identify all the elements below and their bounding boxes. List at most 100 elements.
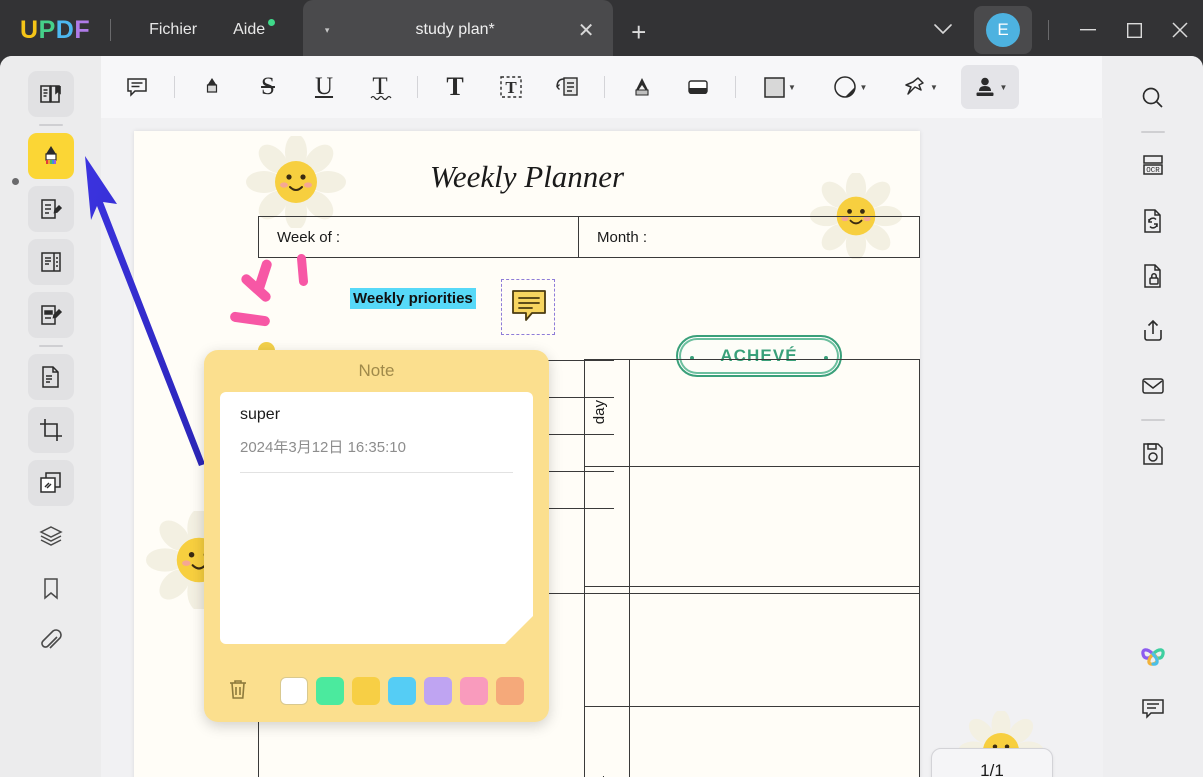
highlight-tool[interactable] [190,65,234,109]
logo-letter-f: F [74,15,91,44]
toolbar-divider-2 [417,76,418,98]
weekly-priorities-highlight[interactable]: Weekly priorities [350,288,476,309]
search-button[interactable] [1128,73,1178,123]
left-sidebar [0,56,101,777]
tab-dropdown-caret-icon[interactable]: ▾ [317,25,337,36]
color-pink[interactable] [460,677,488,705]
updf-window: U P D F Fichier Aide ▾ study plan* ✕ + E [0,0,1203,777]
note-author: super [240,406,281,423]
sidebar-collapse-handle[interactable] [12,178,19,185]
share-button[interactable] [1128,306,1178,356]
color-orange[interactable] [496,677,524,705]
sidebar-reader[interactable] [27,71,74,117]
chevron-down-icon[interactable] [912,22,974,39]
stamp-tool[interactable]: ▼ [961,65,1019,109]
sidebar-annotate[interactable] [27,133,74,179]
note-divider [240,472,513,473]
maximize-icon[interactable] [1111,0,1157,60]
sidebar-crop[interactable] [27,407,74,453]
textbox-tool[interactable]: T [489,65,533,109]
strikethrough-tool[interactable]: S [246,65,290,109]
grid-hline-1 [585,466,919,467]
menu-aide-label: Aide [233,21,266,38]
sticker-tool-caret-icon[interactable]: ▼ [860,83,868,92]
menu-aide-badge-dot [268,19,276,26]
eraser-tool[interactable] [676,65,720,109]
page-indicator[interactable]: 1/1 [931,748,1053,777]
comment-icon[interactable] [510,288,548,326]
grid-hline-2 [585,586,919,587]
comments-button[interactable] [1128,684,1178,734]
save-button[interactable] [1128,429,1178,479]
titlebar-divider [110,19,112,41]
email-button[interactable] [1128,361,1178,411]
toolbar-divider-4 [735,76,736,98]
right-rail-divider-2 [1140,419,1165,421]
note-fold-corner [505,616,533,644]
note-popup-title: Note [358,361,395,380]
note-timestamp: 2024年3月12日 16:35:10 [240,439,406,456]
pink-stroke-4 [229,311,271,327]
comment-tool[interactable] [115,65,159,109]
week-of-field[interactable]: Week of : [259,217,579,257]
shape-tool[interactable]: ▼ [751,65,809,109]
sidebar-bookmark[interactable] [28,566,74,612]
sticker-tool[interactable]: ▼ [821,65,879,109]
logo-letter-p: P [38,15,56,44]
month-field[interactable]: Month : [579,217,919,257]
annotation-toolbar: S U T T T ▼ ▼ ▼ ▼ [101,56,1103,118]
menu-fichier[interactable]: Fichier [131,13,215,47]
logo-letter-u: U [20,15,39,44]
pin-tool-caret-icon[interactable]: ▼ [930,83,938,92]
minimize-icon[interactable] [1065,0,1111,60]
new-tab-button[interactable]: + [631,17,646,60]
note-popup-body[interactable]: super 2024年3月12日 16:35:10 [220,392,533,644]
color-white[interactable] [280,677,308,705]
note-popup[interactable]: Note super 2024年3月12日 16:35:10 [204,350,549,722]
note-popup-footer [204,660,549,722]
ai-button[interactable] [1128,629,1178,679]
stamp-tool-caret-icon[interactable]: ▼ [1000,83,1008,92]
sidebar-edit-pdf[interactable] [27,186,74,232]
color-yellow[interactable] [352,677,380,705]
right-sidebar: OCR [1102,56,1203,777]
avatar: E [986,13,1020,47]
app-body: S U T T T ▼ ▼ ▼ ▼ OCR Weekly Planner Wee… [0,56,1203,777]
svg-text:OCR: OCR [1146,167,1160,175]
color-cyan[interactable] [388,677,416,705]
tab-title: study plan* [415,21,495,38]
protect-button[interactable] [1128,251,1178,301]
account-button[interactable]: E [974,6,1032,54]
tab-close-icon[interactable]: ✕ [573,18,599,43]
color-purple[interactable] [424,677,452,705]
shape-tool-caret-icon[interactable]: ▼ [788,83,796,92]
pin-tool[interactable]: ▼ [891,65,949,109]
logo-letter-d: D [55,15,75,44]
tab-study-plan[interactable]: ▾ study plan* ✕ [303,0,614,60]
color-green[interactable] [316,677,344,705]
page-title: Weekly Planner [429,159,625,194]
day-label-1: day [591,400,608,425]
sidebar-compare[interactable] [27,460,74,506]
trash-icon[interactable] [226,677,254,706]
sidebar-layers[interactable] [28,513,74,559]
text-tool[interactable]: T [433,65,477,109]
underline-tool[interactable]: U [302,65,346,109]
callout-tool[interactable] [545,65,589,109]
pencil-tool[interactable] [620,65,664,109]
sidebar-fill-sign[interactable] [27,292,74,338]
convert-button[interactable] [1128,196,1178,246]
ocr-button[interactable]: OCR [1128,141,1178,191]
squiggly-tool[interactable]: T [358,65,402,109]
updf-logo: U P D F [20,16,90,45]
sidebar-attach[interactable] [28,619,74,665]
titlebar-right-group: E [912,0,1203,60]
menu-aide[interactable]: Aide [215,13,283,47]
rail-divider-1 [38,124,63,126]
note-annotation-marker[interactable] [501,279,555,335]
sidebar-convert[interactable] [27,354,74,400]
sidebar-organize[interactable] [27,239,74,285]
toolbar-divider-1 [174,76,175,98]
title-bar: U P D F Fichier Aide ▾ study plan* ✕ + E [0,0,1203,60]
close-icon[interactable] [1157,0,1203,60]
